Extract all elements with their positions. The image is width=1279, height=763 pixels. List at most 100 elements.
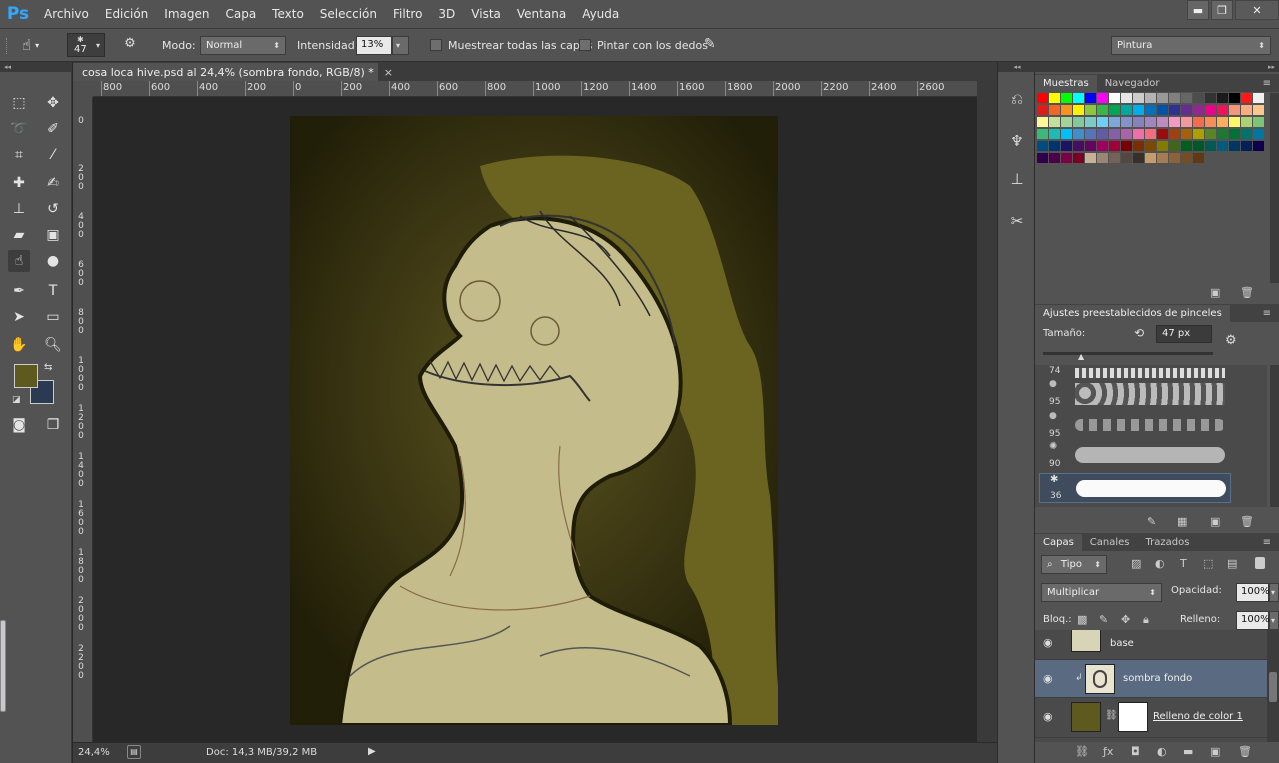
slider-handle-icon[interactable]: ▲ bbox=[1078, 352, 1084, 361]
move-tool-icon[interactable]: ✥ bbox=[42, 92, 64, 114]
color-swatch[interactable] bbox=[1061, 153, 1072, 163]
color-swatch[interactable] bbox=[1157, 93, 1168, 103]
brush-tool-icon[interactable]: ✍ bbox=[42, 172, 64, 194]
tab-swatches[interactable]: Muestras bbox=[1035, 75, 1097, 92]
toggle-brush-panel-icon[interactable]: ✎ bbox=[1147, 515, 1156, 528]
color-swatch[interactable] bbox=[1253, 93, 1264, 103]
document-vertical-scrollbar[interactable] bbox=[977, 81, 997, 742]
eyedropper-tool-icon[interactable]: ⁄ bbox=[42, 144, 64, 166]
document-canvas[interactable] bbox=[290, 116, 778, 725]
collapse-arrows-icon[interactable]: ◂◂ bbox=[0, 62, 72, 72]
type-tool-icon[interactable]: T bbox=[42, 280, 64, 302]
color-swatch[interactable] bbox=[1109, 105, 1120, 115]
trash-icon[interactable]: 🗑︎ bbox=[1240, 515, 1254, 528]
color-swatch[interactable] bbox=[1073, 141, 1084, 151]
lasso-tool-icon[interactable]: ➰ bbox=[8, 118, 30, 140]
eye-icon[interactable]: ◉ bbox=[1043, 710, 1053, 723]
brush-panel-toggle-icon[interactable]: ⚙ bbox=[120, 36, 140, 56]
color-swatch[interactable] bbox=[1133, 153, 1144, 163]
color-swatch[interactable] bbox=[1145, 105, 1156, 115]
color-swatch[interactable] bbox=[1061, 93, 1072, 103]
color-swatch[interactable] bbox=[1145, 117, 1156, 127]
reset-size-icon[interactable]: ⟲ bbox=[1134, 326, 1144, 340]
color-swatch[interactable] bbox=[1109, 129, 1120, 139]
menu-item-ayuda[interactable]: Ayuda bbox=[574, 0, 627, 28]
opacity-input[interactable]: 100% bbox=[1236, 583, 1270, 602]
zoom-tool-icon[interactable]: 🔍︎ bbox=[42, 334, 64, 356]
color-swatch[interactable] bbox=[1049, 117, 1060, 127]
close-tab-icon[interactable]: × bbox=[384, 66, 393, 79]
clone-stamp-tool-icon[interactable]: ⊥ bbox=[8, 198, 30, 220]
color-swatch[interactable] bbox=[1193, 93, 1204, 103]
color-swatch[interactable] bbox=[1169, 105, 1180, 115]
eye-icon[interactable]: ◉ bbox=[1043, 636, 1053, 649]
menu-item-ventana[interactable]: Ventana bbox=[509, 0, 574, 28]
color-swatch[interactable] bbox=[1193, 141, 1204, 151]
color-swatch[interactable] bbox=[1121, 93, 1132, 103]
color-swatch[interactable] bbox=[1061, 117, 1072, 127]
lock-position-icon[interactable]: ✥ bbox=[1121, 613, 1130, 626]
brush-list-scrollbar[interactable] bbox=[1270, 365, 1279, 507]
color-swatch[interactable] bbox=[1121, 129, 1132, 139]
quick-mask-icon[interactable]: ◙ bbox=[8, 414, 30, 436]
filter-adjustment-icon[interactable]: ◐ bbox=[1155, 557, 1165, 570]
color-swatch[interactable] bbox=[1097, 129, 1108, 139]
document-tab[interactable]: cosa loca hive.psd al 24,4% (sombra fond… bbox=[73, 63, 393, 81]
menu-item-selecci-n[interactable]: Selección bbox=[312, 0, 385, 28]
dodge-tool-icon[interactable]: ● bbox=[42, 250, 64, 272]
status-menu-icon[interactable]: ▤ bbox=[127, 745, 141, 759]
menu-item-vista[interactable]: Vista bbox=[463, 0, 509, 28]
marquee-tool-icon[interactable]: ⬚ bbox=[8, 92, 30, 114]
tab-channels[interactable]: Canales bbox=[1082, 534, 1138, 551]
color-swatch[interactable] bbox=[1205, 117, 1216, 127]
color-swatch[interactable] bbox=[1121, 141, 1132, 151]
fill-input[interactable]: 100% bbox=[1236, 611, 1270, 630]
color-swatch[interactable] bbox=[1145, 141, 1156, 151]
mode-select[interactable]: Normal ⬍ bbox=[200, 36, 286, 55]
color-swatch[interactable] bbox=[1241, 93, 1252, 103]
color-swatch[interactable] bbox=[1109, 141, 1120, 151]
filter-smart-object-icon[interactable]: ▤ bbox=[1227, 557, 1237, 570]
color-swatch[interactable] bbox=[1073, 93, 1084, 103]
intensity-slider-toggle[interactable]: ▾ bbox=[392, 36, 409, 55]
color-swatch[interactable] bbox=[1193, 105, 1204, 115]
color-swatch[interactable] bbox=[1133, 117, 1144, 127]
status-expand-arrow-icon[interactable]: ▶ bbox=[368, 746, 376, 757]
layer-row-base[interactable]: ◉ base bbox=[1035, 630, 1267, 660]
tab-navigator[interactable]: Navegador bbox=[1097, 75, 1168, 92]
layers-scrollbar[interactable] bbox=[1267, 630, 1279, 742]
layer-row-sombra-fondo-selected[interactable]: ◉ ↲ sombra fondo bbox=[1035, 660, 1267, 698]
color-swatch[interactable] bbox=[1217, 105, 1228, 115]
color-swatch[interactable] bbox=[1193, 129, 1204, 139]
color-swatch[interactable] bbox=[1097, 93, 1108, 103]
color-swatch[interactable] bbox=[1157, 129, 1168, 139]
brush-preset-row[interactable]: ● 95 bbox=[1039, 379, 1229, 409]
rectangle-tool-icon[interactable]: ▭ bbox=[42, 306, 64, 328]
color-swatch[interactable] bbox=[1061, 129, 1072, 139]
ruler-origin[interactable] bbox=[73, 81, 93, 97]
color-swatch[interactable] bbox=[1205, 93, 1216, 103]
color-swatch[interactable] bbox=[1133, 93, 1144, 103]
color-swatch[interactable] bbox=[1253, 141, 1264, 151]
color-swatch[interactable] bbox=[1241, 105, 1252, 115]
lock-all-icon[interactable]: 🔒︎ bbox=[1143, 613, 1149, 627]
color-swatch[interactable] bbox=[1121, 117, 1132, 127]
color-swatch[interactable] bbox=[1169, 117, 1180, 127]
layer-row-relleno[interactable]: ◉ ⛓ Relleno de color 1 bbox=[1035, 698, 1267, 738]
eye-icon[interactable]: ◉ bbox=[1043, 672, 1053, 685]
color-swatch[interactable] bbox=[1145, 153, 1156, 163]
color-swatch[interactable] bbox=[1049, 105, 1060, 115]
tab-brush-presets[interactable]: Ajustes preestablecidos de pinceles bbox=[1035, 305, 1230, 322]
color-swatch[interactable] bbox=[1037, 117, 1048, 127]
color-swatch[interactable] bbox=[1157, 105, 1168, 115]
color-swatch[interactable] bbox=[1241, 141, 1252, 151]
color-swatch[interactable] bbox=[1157, 141, 1168, 151]
color-swatch[interactable] bbox=[1217, 141, 1228, 151]
brush-size-slider[interactable] bbox=[1043, 352, 1213, 355]
color-swatch[interactable] bbox=[1049, 141, 1060, 151]
eraser-tool-icon[interactable]: ▰ bbox=[8, 224, 30, 246]
color-swatch[interactable] bbox=[1181, 117, 1192, 127]
pen-tool-icon[interactable]: ✒ bbox=[8, 280, 30, 302]
horizontal-ruler[interactable]: 800 600 400 200 0 200 400 600 800 1000 1200 1400 160… bbox=[93, 81, 977, 97]
hand-tool-icon[interactable]: ✋ bbox=[8, 334, 30, 356]
